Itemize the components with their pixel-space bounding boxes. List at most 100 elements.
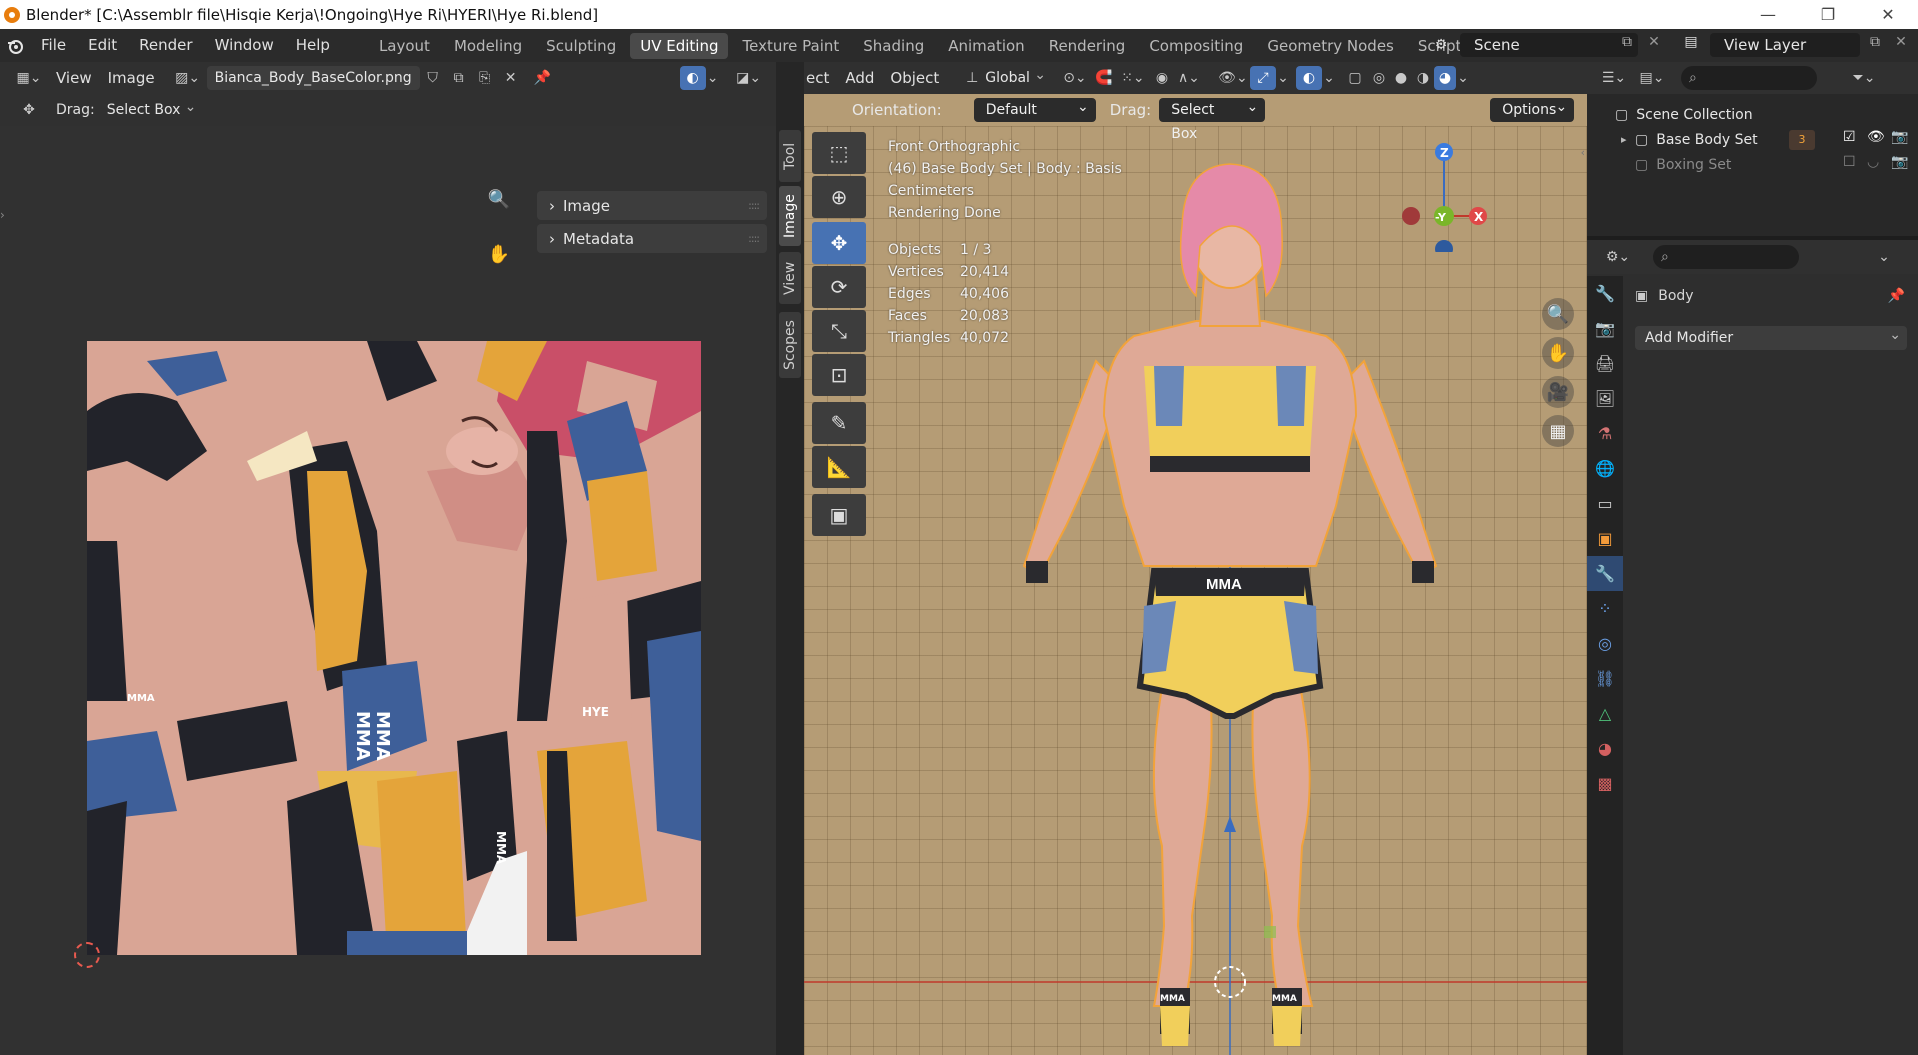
panel-image[interactable]: › Image:::: bbox=[537, 191, 767, 220]
render-tab-icon[interactable]: 📷 bbox=[1587, 311, 1623, 346]
scene-remove-icon[interactable]: ✕ bbox=[1643, 34, 1665, 56]
blender-menu-icon[interactable] bbox=[0, 37, 30, 55]
menu-window[interactable]: Window bbox=[204, 29, 285, 62]
tab-animation[interactable]: Animation bbox=[938, 33, 1034, 59]
image-name-field[interactable]: Bianca_Body_BaseColor.png bbox=[206, 66, 420, 90]
xray-toggle-icon[interactable]: ▢ bbox=[1342, 66, 1368, 90]
properties-options-icon[interactable]: ⌄ bbox=[1871, 245, 1897, 269]
modifier-tab-icon[interactable]: 🔧 bbox=[1587, 556, 1623, 591]
outliner-editor-type-icon[interactable]: ☰⌄ bbox=[1595, 66, 1633, 90]
tab-geometry-nodes[interactable]: Geometry Nodes bbox=[1257, 33, 1404, 59]
add-modifier-button[interactable]: Add Modifier bbox=[1635, 323, 1907, 350]
exclude-checkbox-unchecked[interactable]: ☐ bbox=[1843, 154, 1856, 170]
viewport-zoom-icon[interactable]: 🔍 bbox=[1542, 298, 1574, 330]
tab-rendering[interactable]: Rendering bbox=[1039, 33, 1136, 59]
viewport-select-menu[interactable]: ect bbox=[804, 69, 837, 87]
view-layer-remove-icon[interactable]: ✕ bbox=[1890, 34, 1912, 56]
view-layer-tab-icon[interactable]: 🖼 bbox=[1587, 381, 1623, 416]
open-image-icon[interactable]: ⎘ bbox=[472, 66, 498, 90]
sidebar-tab-view[interactable]: View bbox=[779, 252, 801, 304]
eye-visibility-icon[interactable]: 👁 bbox=[1867, 129, 1885, 145]
overlays-dropdown-icon[interactable]: ⌄ bbox=[706, 66, 720, 90]
ortho-toggle-grid-icon[interactable]: ▦ bbox=[1542, 415, 1574, 447]
pin-properties-icon[interactable]: 📌 bbox=[1888, 288, 1905, 304]
image-browse-icon[interactable]: ▨⌄ bbox=[169, 66, 207, 90]
transform-orientation-icon[interactable]: ⊥ bbox=[959, 66, 985, 90]
expand-arrow-icon[interactable]: ▸ bbox=[1621, 133, 1635, 146]
wireframe-shading-icon[interactable]: ◎ bbox=[1368, 66, 1390, 90]
uv-drag-select[interactable]: Select Box bbox=[103, 95, 203, 122]
properties-editor-type-icon[interactable]: ⚙⌄ bbox=[1599, 245, 1637, 269]
snap-target-icon[interactable]: ⁙⌄ bbox=[1116, 66, 1150, 90]
tab-shading[interactable]: Shading bbox=[853, 33, 934, 59]
viewport-object-menu[interactable]: Object bbox=[882, 69, 947, 87]
overlays-icon[interactable]: ◐ bbox=[679, 66, 706, 90]
outliner-item-boxing-set[interactable]: ▢ Boxing Set ☐ ◡ 📷 bbox=[1587, 152, 1918, 177]
navigation-gizmo[interactable]: Z -Y X bbox=[1402, 132, 1502, 252]
unlink-image-icon[interactable]: ✕ bbox=[498, 66, 524, 90]
render-camera-icon[interactable]: 📷 bbox=[1891, 129, 1908, 145]
sidebar-tab-scopes[interactable]: Scopes bbox=[779, 312, 801, 378]
world-tab-icon[interactable]: 🌐 bbox=[1587, 451, 1623, 486]
menu-render[interactable]: Render bbox=[128, 29, 203, 62]
maximize-button[interactable]: ❐ bbox=[1798, 0, 1858, 29]
data-tab-icon[interactable]: △ bbox=[1587, 696, 1623, 731]
tab-texture-paint[interactable]: Texture Paint bbox=[732, 33, 849, 59]
snap-toggle-icon[interactable]: 🧲 bbox=[1092, 66, 1116, 90]
tab-layout[interactable]: Layout bbox=[369, 33, 440, 59]
shading-dropdown-icon[interactable]: ⌄ bbox=[1456, 66, 1470, 90]
gizmo-toggle-icon[interactable]: ⤢ bbox=[1249, 66, 1276, 90]
particles-tab-icon[interactable]: ⁘ bbox=[1587, 591, 1623, 626]
collection-tab-icon[interactable]: ▭ bbox=[1587, 486, 1623, 521]
texture-tab-icon[interactable]: ▩ bbox=[1587, 766, 1623, 801]
menu-help[interactable]: Help bbox=[285, 29, 341, 62]
uv-canvas[interactable]: › MMA MMA HYE MMA MMA 🔍 ✋ › Image:::: ›… bbox=[0, 126, 776, 1055]
object-tab-icon[interactable]: ▣ bbox=[1587, 521, 1623, 556]
menu-edit[interactable]: Edit bbox=[77, 29, 128, 62]
scene-copy-icon[interactable]: ⧉ bbox=[1616, 34, 1638, 56]
close-button[interactable]: ✕ bbox=[1858, 0, 1918, 29]
properties-search-input[interactable]: ⌕ bbox=[1653, 245, 1799, 269]
eye-hidden-icon[interactable]: ◡ bbox=[1867, 154, 1879, 170]
camera-view-icon[interactable]: 🎥 bbox=[1542, 376, 1574, 408]
uv-zoom-icon[interactable]: 🔍 bbox=[483, 183, 515, 215]
menu-file[interactable]: File bbox=[30, 29, 77, 62]
proportional-edit-icon[interactable]: ◉ bbox=[1150, 66, 1174, 90]
pivot-point-icon[interactable]: ⊙⌄ bbox=[1058, 66, 1092, 90]
tab-modeling[interactable]: Modeling bbox=[444, 33, 532, 59]
viewport-sidebar-expand-icon[interactable]: ‹ bbox=[1581, 146, 1585, 159]
outliner-item-base-body-set[interactable]: ▸ ▢ Base Body Set 3 ☑ 👁 📷 bbox=[1587, 127, 1918, 152]
view-layer-copy-icon[interactable]: ⧉ bbox=[1864, 34, 1886, 56]
display-channels-icon[interactable]: ◪⌄ bbox=[730, 66, 768, 90]
tool-tab-icon[interactable]: 🔧 bbox=[1587, 276, 1623, 311]
gizmo-dropdown-icon[interactable]: ⌄ bbox=[1276, 66, 1290, 90]
uv-2d-cursor[interactable] bbox=[74, 942, 100, 968]
physics-tab-icon[interactable]: ◎ bbox=[1587, 626, 1623, 661]
viewport-options-button[interactable]: Options bbox=[1490, 95, 1575, 122]
display-mode-icon[interactable]: ▤⌄ bbox=[1633, 66, 1671, 90]
view-layer-selector[interactable]: View Layer bbox=[1710, 33, 1860, 57]
viewport-drag-select[interactable]: Select Box bbox=[1159, 95, 1266, 142]
scene-browse-icon[interactable]: ⚙ bbox=[1426, 34, 1456, 56]
uv-view-menu[interactable]: View bbox=[48, 69, 100, 87]
duplicate-image-icon[interactable]: ⧉ bbox=[446, 66, 472, 90]
uv-pan-hand-icon[interactable]: ✋ bbox=[483, 238, 515, 270]
viewport-pan-hand-icon[interactable]: ✋ bbox=[1542, 337, 1574, 369]
view-layer-icon[interactable]: ▤ bbox=[1676, 34, 1706, 56]
material-shading-icon[interactable]: ◑ bbox=[1412, 66, 1434, 90]
falloff-icon[interactable]: ∧⌄ bbox=[1174, 66, 1204, 90]
viewport-overlays-icon[interactable]: ◐ bbox=[1295, 66, 1322, 90]
tab-uv-editing[interactable]: UV Editing bbox=[630, 32, 729, 59]
output-tab-icon[interactable]: 🖨 bbox=[1587, 346, 1623, 381]
toolbar-expand-icon[interactable]: › bbox=[0, 208, 5, 222]
sidebar-tab-tool[interactable]: Tool bbox=[779, 130, 801, 182]
visibility-icon[interactable]: 👁⌄ bbox=[1216, 66, 1250, 90]
3d-viewport[interactable]: ect Add Object ⊥ Global ⊙⌄ 🧲 ⁙⌄ ◉ ∧⌄ 👁⌄ … bbox=[804, 62, 1587, 1055]
viewport-add-menu[interactable]: Add bbox=[837, 69, 882, 87]
tab-compositing[interactable]: Compositing bbox=[1139, 33, 1253, 59]
minimize-button[interactable]: — bbox=[1738, 0, 1798, 29]
pin-icon[interactable]: 📌 bbox=[530, 66, 556, 90]
viewport-overlays-dropdown-icon[interactable]: ⌄ bbox=[1322, 66, 1336, 90]
tab-sculpting[interactable]: Sculpting bbox=[536, 33, 626, 59]
uv-image-menu[interactable]: Image bbox=[100, 69, 163, 87]
